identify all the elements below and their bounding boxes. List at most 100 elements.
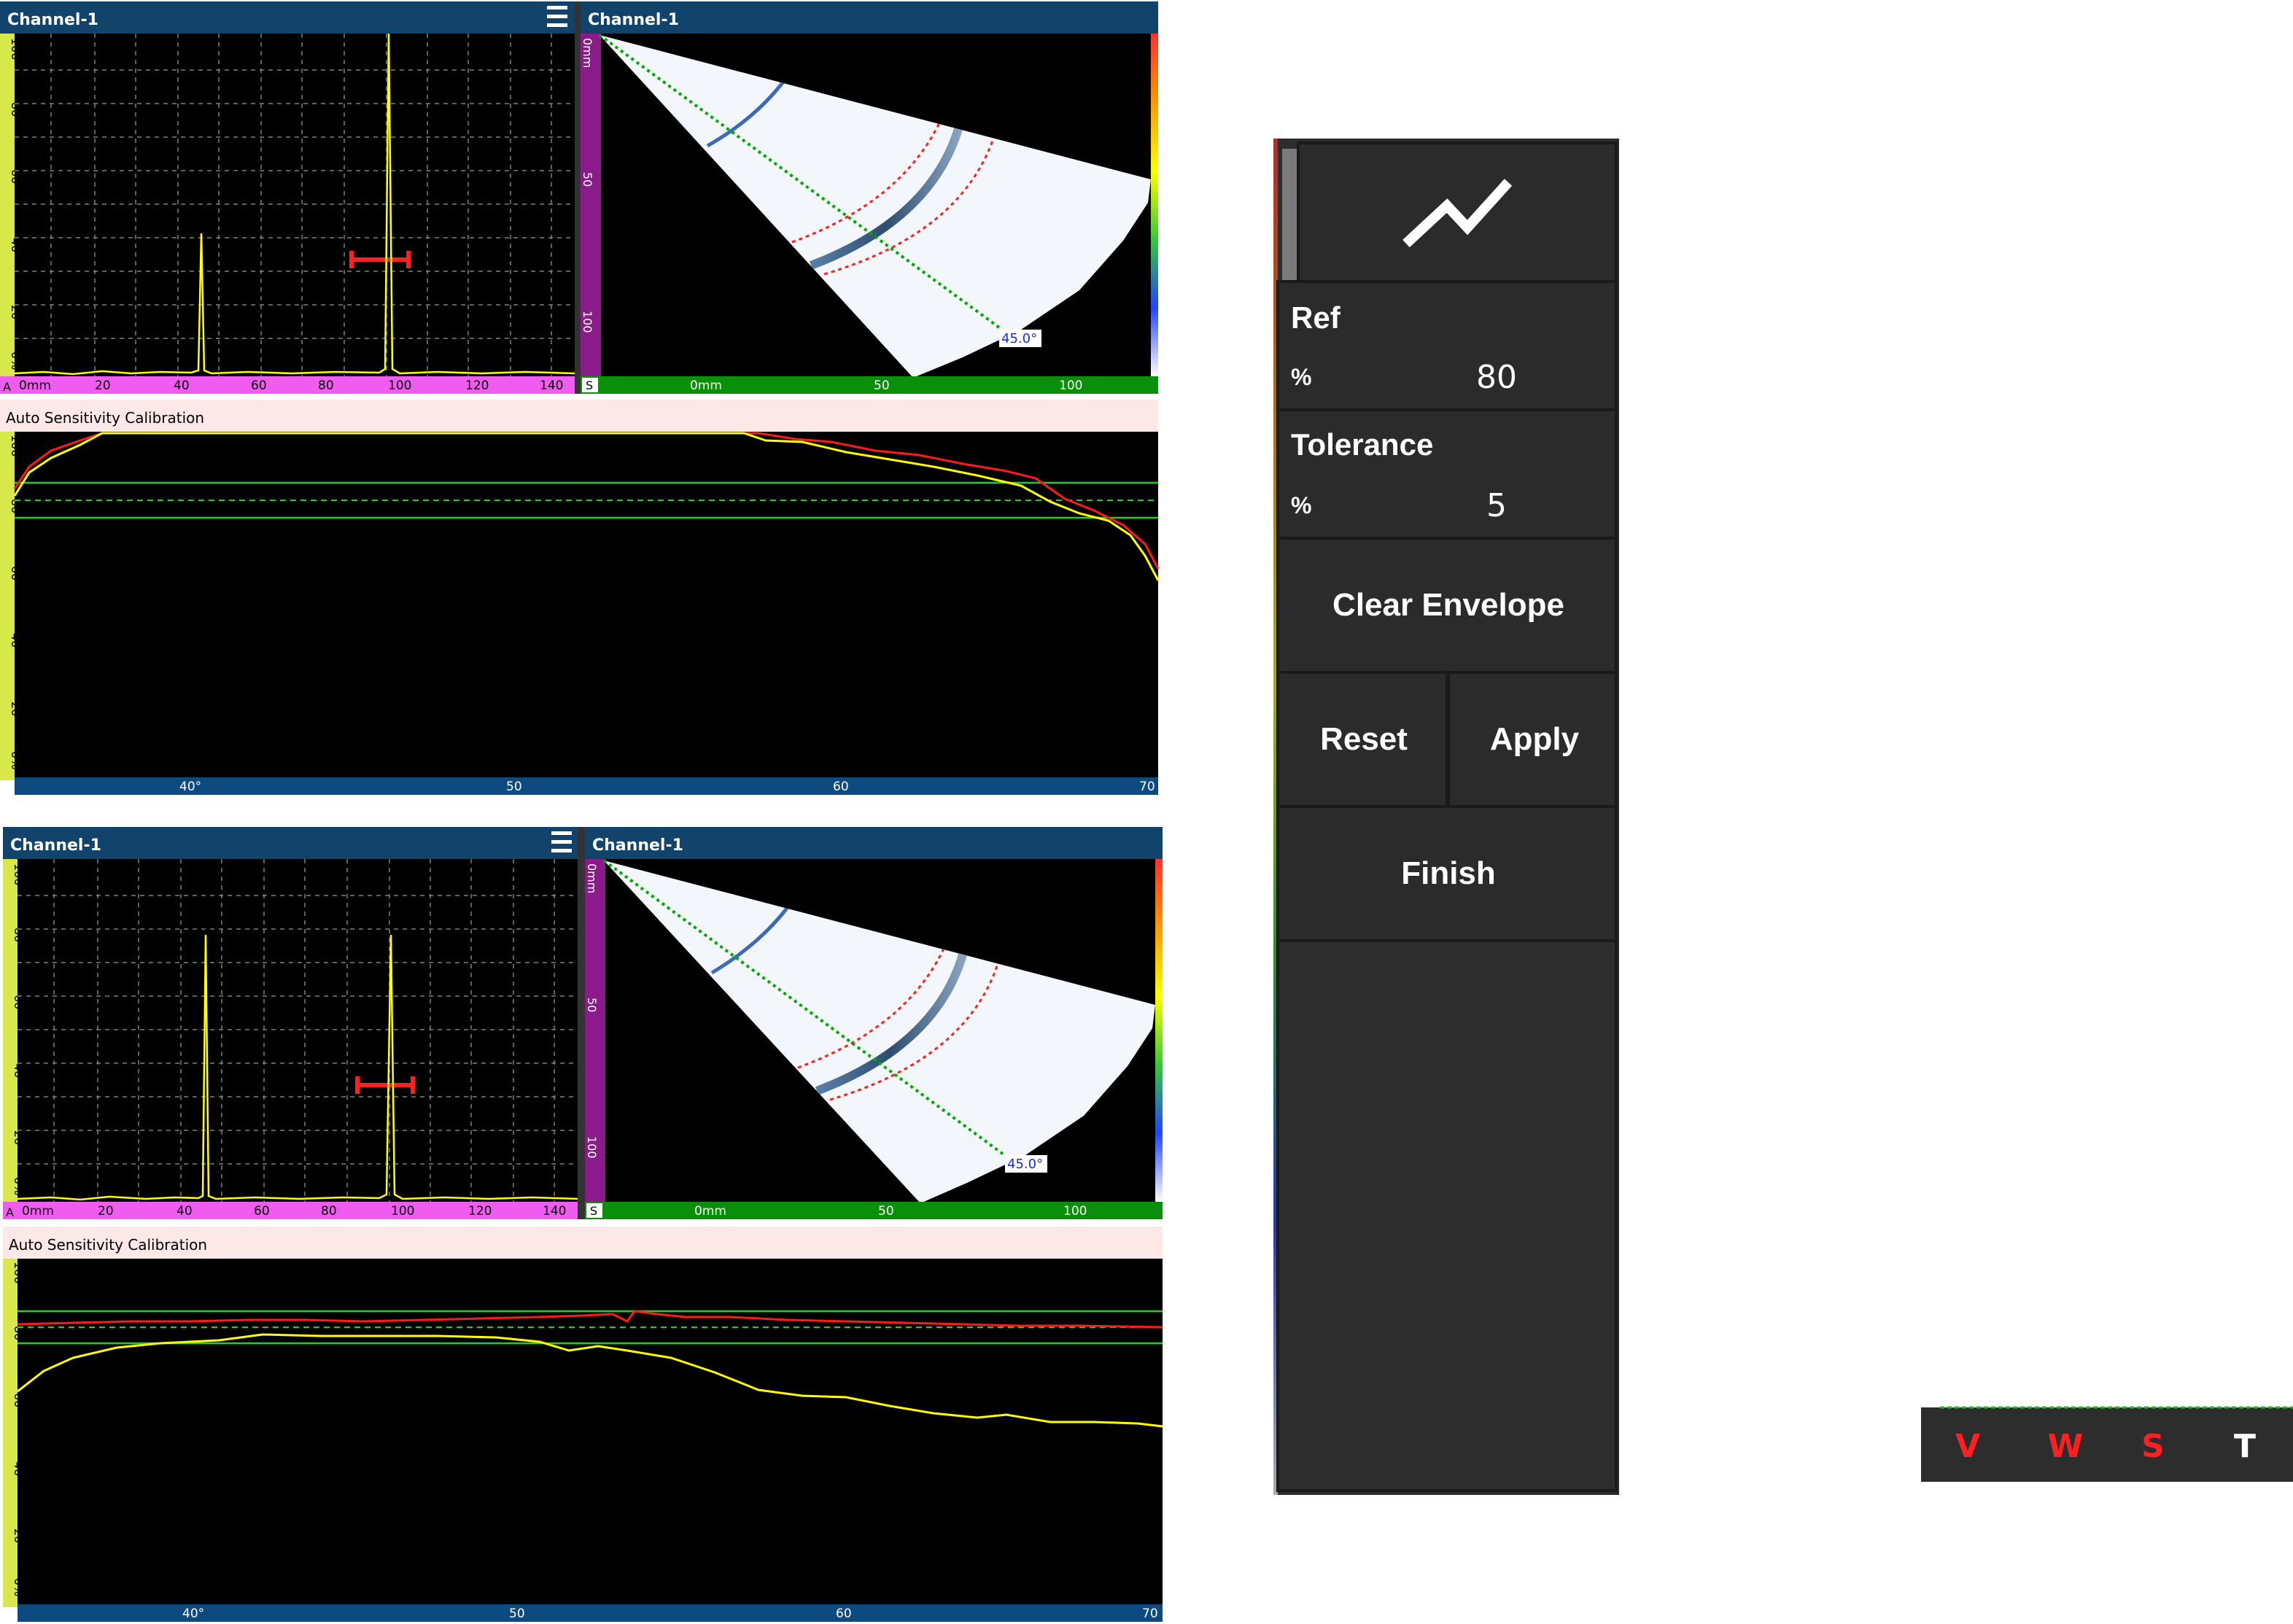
- sscan-x-letter: S: [590, 1204, 597, 1218]
- calib-x-tick: 60: [833, 780, 849, 794]
- ascan-x-tick: 60: [251, 378, 267, 393]
- ascan-x-tick: 80: [321, 1204, 337, 1219]
- sscan-depth-tick: 0mm: [585, 863, 599, 893]
- sscan-depth-tick: 0mm: [581, 38, 594, 68]
- calib-y-ruler: [0, 432, 15, 780]
- ref-value[interactable]: 80: [1476, 359, 1517, 396]
- sscan-depth-tick: 100: [581, 311, 594, 333]
- instrument-screen-bottom: Channel-1 100 80 60 40 20 0% A 0mm 20 40…: [3, 827, 1163, 1622]
- ascan-y-tick: 80: [12, 928, 26, 942]
- apply-label: Apply: [1490, 721, 1580, 757]
- ascan-y-tick: 100: [9, 38, 23, 61]
- calib-x-tick: 40°: [179, 780, 201, 794]
- sscan-x-tick: 0mm: [694, 1204, 726, 1219]
- ascan-y-tick: 100: [12, 863, 26, 886]
- sscan-depth-tick: 100: [585, 1136, 599, 1159]
- ascan-x-tick: 100: [388, 378, 411, 393]
- menu-icon[interactable]: [551, 831, 572, 852]
- sscan-x-letter: S: [586, 378, 593, 392]
- ascan-x-tick: 100: [391, 1204, 414, 1219]
- sscan-x-tick: 50: [874, 378, 890, 393]
- tolerance-value[interactable]: 5: [1486, 487, 1507, 524]
- reset-button[interactable]: Reset: [1276, 671, 1448, 808]
- ascan-y-tick: 80: [9, 102, 23, 117]
- ascan-y-tick: 60: [12, 995, 26, 1009]
- calib-y-ruler: [3, 1259, 18, 1607]
- envelope-mode-button[interactable]: [1297, 141, 1618, 283]
- calib-y-tick: 0%: [12, 1578, 26, 1596]
- menu-icon[interactable]: [547, 6, 567, 27]
- status-s: S: [2141, 1428, 2165, 1465]
- ascan-x-tick: 80: [318, 378, 334, 393]
- ascan-x-tick: 40: [176, 1204, 193, 1219]
- calib-x-tick: 60: [836, 1606, 852, 1621]
- reset-label: Reset: [1320, 721, 1408, 757]
- ascan-y-tick: 40: [12, 1063, 26, 1078]
- ascan-y-tick: 0%: [9, 351, 23, 370]
- tolerance-label: Tolerance: [1291, 427, 1433, 462]
- ascan-x-tick: 120: [465, 378, 489, 393]
- calib-x-tick: 70: [1142, 1606, 1158, 1621]
- calib-y-tick: 60: [12, 1393, 26, 1407]
- ascan-x-letter: A: [3, 380, 11, 394]
- ref-field[interactable]: Ref % 80: [1276, 280, 1618, 411]
- ascan-y-ruler: [3, 859, 18, 1202]
- sscan-title: Channel-1: [588, 11, 679, 29]
- sscan-x-tick: 100: [1059, 378, 1082, 393]
- status-v: V: [1955, 1428, 1980, 1465]
- sscan-depth-tick: 50: [585, 998, 599, 1012]
- ascan-x-tick: 20: [95, 378, 111, 393]
- tolerance-field[interactable]: Tolerance % 5: [1276, 408, 1618, 540]
- sscan-x-tick: 50: [878, 1204, 894, 1219]
- sscan-title: Channel-1: [592, 836, 683, 855]
- calib-y-tick: 0%: [9, 751, 23, 769]
- calib-y-tick: 40: [12, 1461, 26, 1476]
- ascan-x-letter: A: [6, 1205, 14, 1219]
- ascan-y-tick: 40: [9, 238, 23, 252]
- ascan-plot: [0, 34, 575, 376]
- ascan-x-tick: 140: [543, 1204, 566, 1219]
- calib-title: Auto Sensitivity Calibration: [6, 409, 204, 427]
- calib-y-tick: 20: [9, 702, 23, 716]
- ascan-title: Channel-1: [7, 11, 98, 29]
- ascan-y-tick: 60: [9, 169, 23, 184]
- instrument-screen-top: Channel-1 100 80 60 40 20 0% A 0mm 20 40: [0, 1, 1160, 795]
- calib-y-tick: 100: [9, 435, 23, 457]
- calib-y-tick: 60: [9, 566, 23, 580]
- clear-envelope-label: Clear Envelope: [1332, 587, 1564, 623]
- ascan-plot: [3, 859, 578, 1202]
- ascan-y-tick: 20: [9, 305, 23, 319]
- ascan-x-tick: 40: [174, 378, 190, 393]
- clear-envelope-button[interactable]: Clear Envelope: [1276, 537, 1618, 674]
- calib-y-tick: 80: [9, 499, 23, 513]
- status-bar: V W S T: [1921, 1406, 2293, 1482]
- color-palette-bar: [1151, 34, 1158, 376]
- sscan-x-tick: 0mm: [690, 378, 722, 393]
- calibration-panel: Ref % 80 Tolerance % 5 Clear Envelope Re…: [1273, 139, 1619, 1495]
- calib-y-tick: 80: [12, 1326, 26, 1340]
- calib-plot: [0, 432, 1158, 780]
- ascan-x-tick: 60: [254, 1204, 270, 1219]
- finish-button[interactable]: Finish: [1276, 805, 1618, 942]
- calib-y-tick: 100: [12, 1262, 26, 1284]
- calib-x-tick: 40°: [182, 1606, 204, 1621]
- sscan-angle-label: 45.0°: [1001, 331, 1037, 346]
- ref-unit: %: [1291, 364, 1311, 390]
- sscan-x-tick: 100: [1063, 1204, 1087, 1219]
- color-palette-bar: [1155, 859, 1163, 1202]
- finish-label: Finish: [1401, 855, 1496, 891]
- sscan-depth-tick: 50: [581, 172, 594, 187]
- ascan-y-ruler: [0, 34, 15, 376]
- ascan-x-tick: 0mm: [22, 1204, 54, 1219]
- ascan-y-tick: 20: [12, 1130, 26, 1145]
- tolerance-unit: %: [1291, 492, 1311, 518]
- ascan-x-tick: 0mm: [19, 378, 51, 393]
- calib-title: Auto Sensitivity Calibration: [9, 1236, 207, 1254]
- ascan-title: Channel-1: [10, 836, 101, 855]
- apply-button[interactable]: Apply: [1447, 671, 1618, 808]
- calib-x-tick: 50: [509, 1606, 525, 1621]
- ascan-x-tick: 140: [540, 378, 563, 393]
- calib-x-tick: 50: [506, 780, 522, 794]
- sscan-angle-label: 45.0°: [1007, 1157, 1043, 1172]
- calib-y-tick: 40: [9, 633, 23, 648]
